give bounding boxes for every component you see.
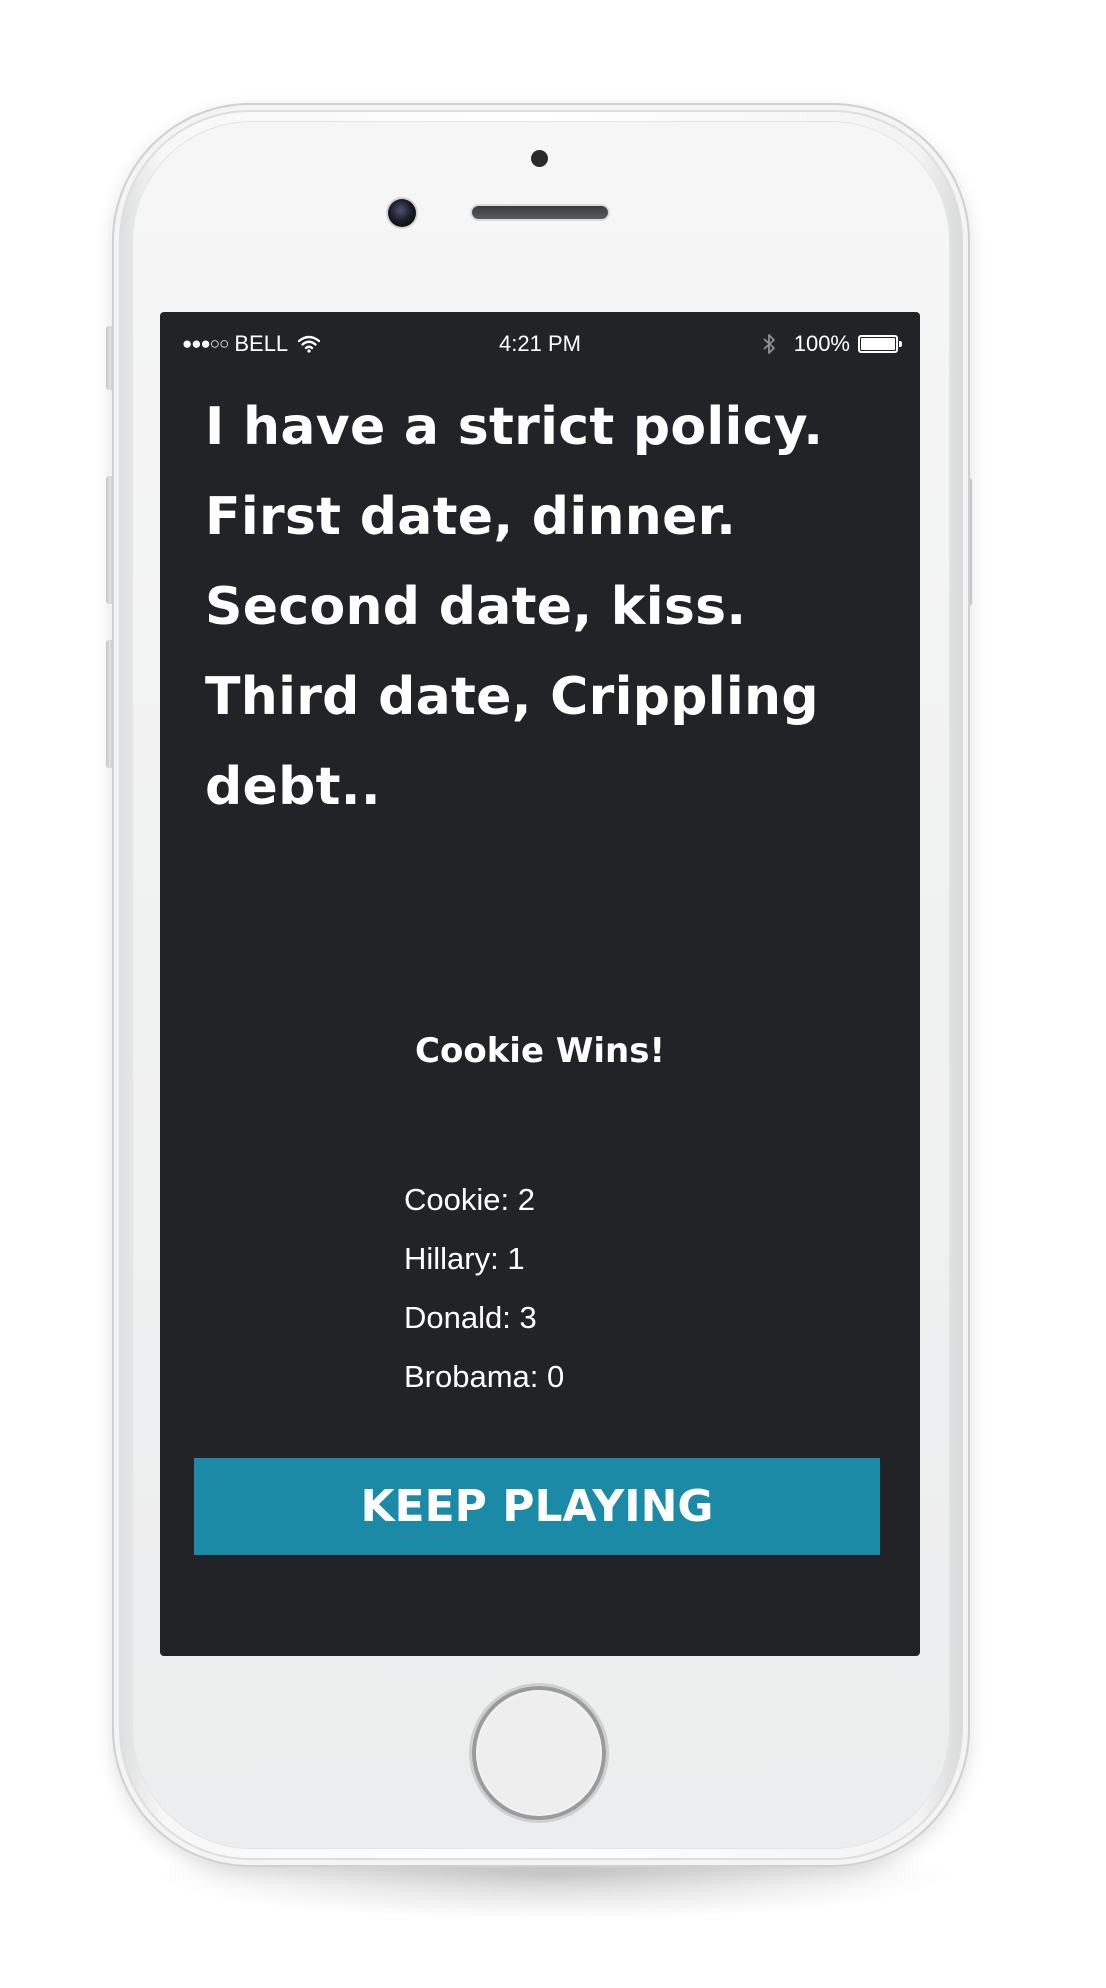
front-camera (388, 199, 416, 227)
battery-fill (861, 338, 895, 350)
keep-playing-button[interactable]: KEEP PLAYING (194, 1458, 880, 1555)
score-row-hillary: Hillary: 1 (404, 1241, 525, 1276)
battery-icon (858, 335, 902, 353)
home-button (472, 1686, 606, 1820)
front-sensor (531, 150, 548, 167)
score-row-donald: Donald: 3 (404, 1300, 537, 1335)
score-row-brobama: Brobama: 0 (404, 1359, 565, 1394)
status-bar: ●●●○○ BELL 4:21 PM 100% (160, 312, 920, 374)
status-right: 100% (762, 331, 902, 357)
screen: ●●●○○ BELL 4:21 PM 100% I have a strict … (160, 312, 920, 1656)
battery-tip (899, 341, 902, 347)
score-row-cookie: Cookie: 2 (404, 1182, 535, 1217)
winner-announcement: Cookie Wins! (415, 1031, 665, 1071)
bluetooth-icon (763, 334, 775, 354)
earpiece-speaker (472, 206, 608, 219)
joke-text: I have a strict policy. First date, dinn… (205, 397, 824, 817)
battery-percent: 100% (793, 331, 850, 356)
score-list: Cookie: 2 Hillary: 1 Donald: 3 Brobama: … (404, 1170, 564, 1406)
